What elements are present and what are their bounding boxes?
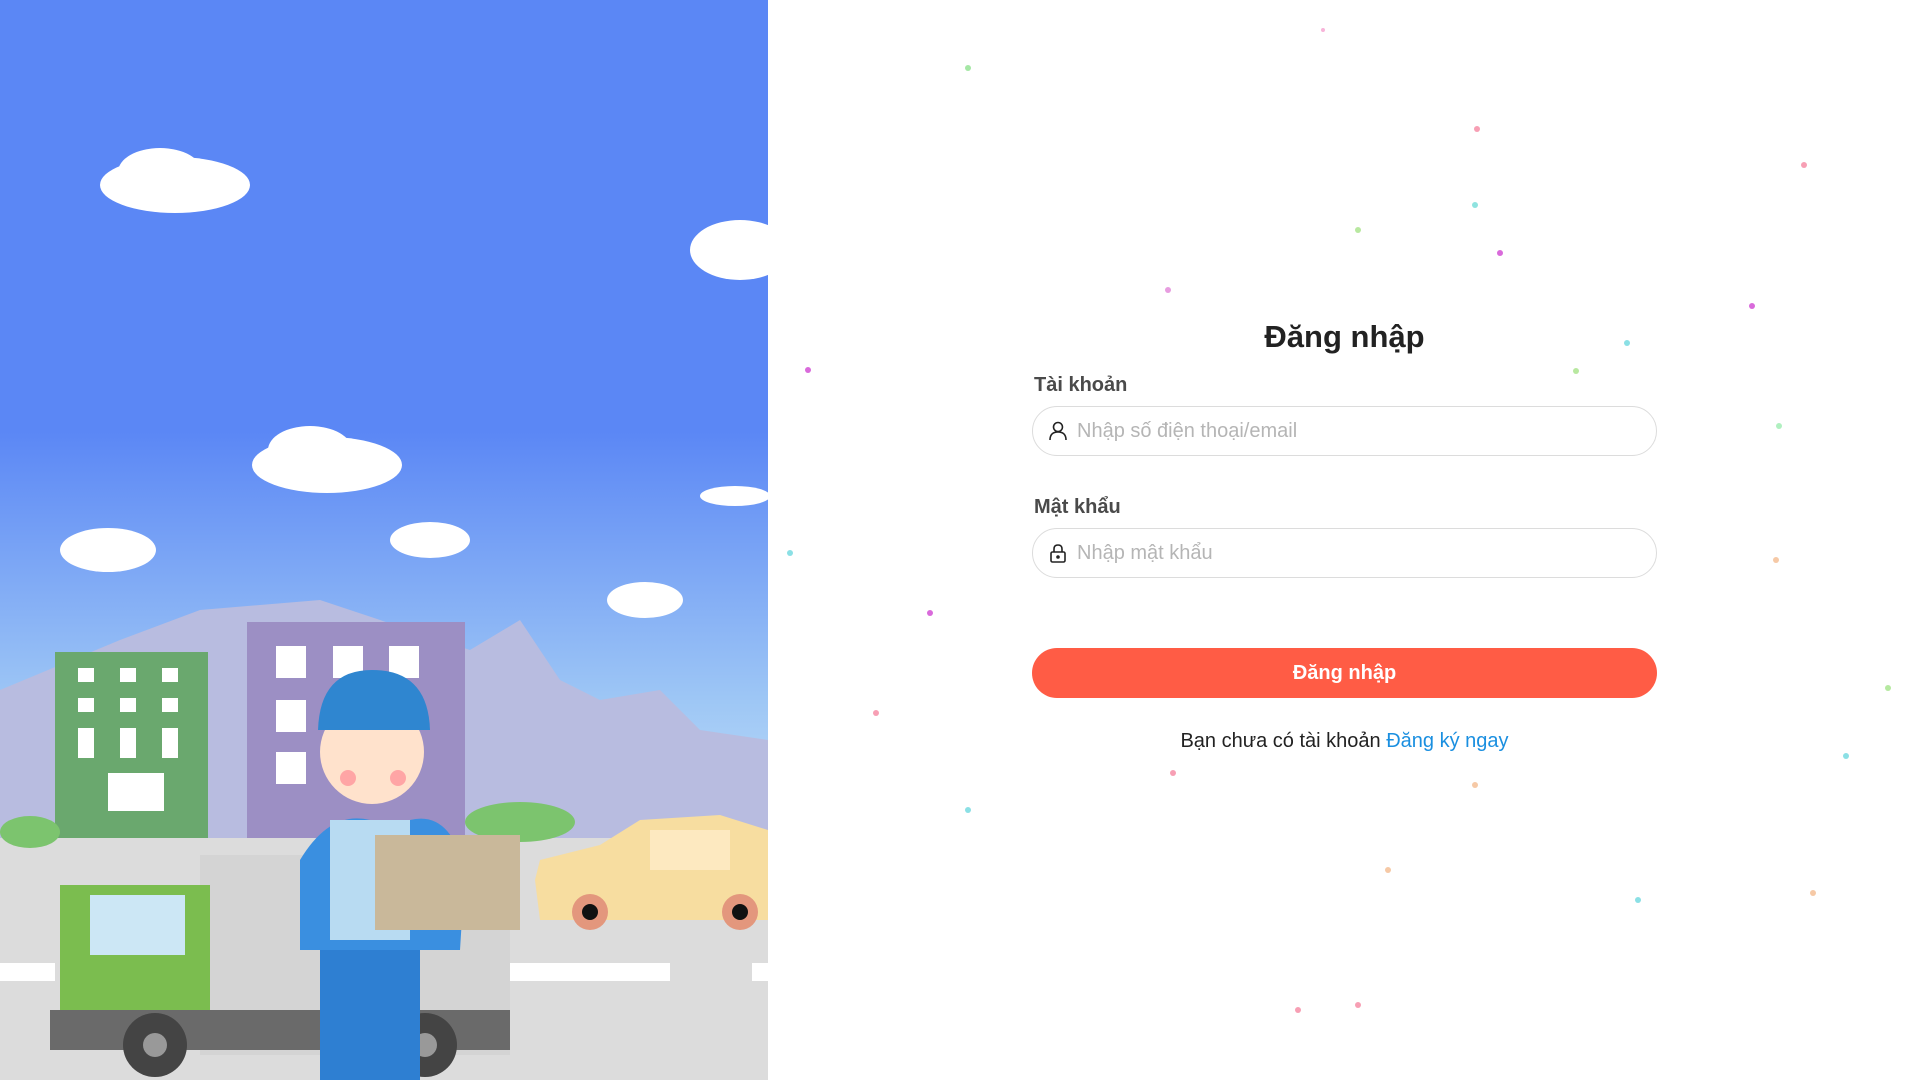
user-icon	[1047, 420, 1069, 442]
login-form: Đăng nhập Tài khoản Mật khẩu Đăng nhập B…	[1032, 318, 1657, 753]
register-text: Bạn chưa có tài khoản	[1180, 730, 1381, 752]
account-input[interactable]	[1075, 418, 1656, 444]
hero-illustration	[0, 0, 768, 1080]
account-field[interactable]	[1032, 406, 1657, 456]
password-label: Mật khẩu	[1034, 496, 1121, 518]
lock-icon	[1047, 542, 1069, 564]
page-title: Đăng nhập	[1264, 319, 1425, 354]
login-button[interactable]: Đăng nhập	[1032, 648, 1657, 698]
register-link[interactable]: Đăng ký ngay	[1386, 730, 1508, 752]
password-field[interactable]	[1032, 528, 1657, 578]
account-label: Tài khoản	[1034, 374, 1128, 396]
password-input[interactable]	[1075, 540, 1656, 566]
register-prompt: Bạn chưa có tài khoản Đăng ký ngay	[1032, 730, 1657, 753]
